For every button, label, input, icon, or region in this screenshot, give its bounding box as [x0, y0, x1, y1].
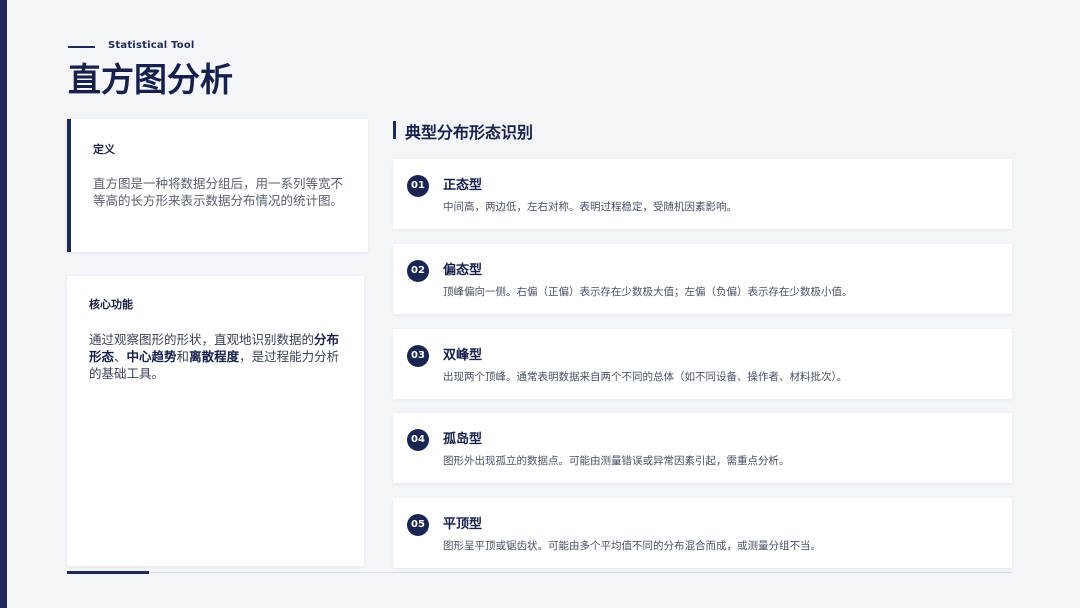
item-title: 平顶型: [443, 517, 483, 532]
core-function-label: 核心功能: [89, 298, 133, 311]
core-sep-2: 和: [176, 349, 190, 364]
distribution-item-skewed: 02 偏态型 顶峰偏向一侧。右偏（正偏）表示存在少数极大值；左偏（负偏）表示存在…: [393, 244, 1012, 314]
left-accent-bar: [0, 0, 7, 608]
distribution-item-bimodal: 03 双峰型 出现两个顶峰。通常表明数据来自两个不同的总体（如不同设备、操作者、…: [393, 329, 1012, 399]
item-title: 双峰型: [443, 348, 483, 363]
section-accent-bar: [393, 121, 396, 139]
distribution-item-flat-top: 05 平顶型 图形呈平顶或锯齿状。可能由多个平均值不同的分布混合而成，或测量分组…: [393, 498, 1012, 568]
header-tag: Statistical Tool: [108, 40, 195, 51]
core-sep-1: 、: [114, 349, 127, 364]
core-bold-central: 中心趋势: [126, 349, 177, 364]
item-title: 孤岛型: [443, 432, 483, 447]
item-number-badge: 05: [407, 514, 429, 536]
core-function-text: 通过观察图形的形状，直观地识别数据的分布形态、中心趋势和离散程度，是过程能力分析…: [89, 331, 341, 382]
definition-card: 定义 直方图是一种将数据分组后，用一系列等宽不等高的长方形来表示数据分布情况的统…: [67, 119, 368, 252]
item-title: 偏态型: [443, 263, 483, 278]
item-number-badge: 01: [407, 175, 429, 197]
item-title: 正态型: [443, 178, 483, 193]
item-description: 顶峰偏向一侧。右偏（正偏）表示存在少数极大值；左偏（负偏）表示存在少数极小值。: [443, 286, 853, 298]
core-bold-dispersion: 离散程度: [189, 349, 240, 364]
item-description: 图形呈平顶或锯齿状。可能由多个平均值不同的分布混合而成，或测量分组不当。: [443, 540, 821, 552]
bottom-divider: [67, 572, 1012, 573]
core-function-card: 核心功能 通过观察图形的形状，直观地识别数据的分布形态、中心趋势和离散程度，是过…: [67, 276, 364, 566]
item-description: 出现两个顶峰。通常表明数据来自两个不同的总体（如不同设备、操作者、材料批次）。: [443, 371, 848, 383]
definition-label: 定义: [93, 143, 115, 156]
tag-line: [68, 46, 95, 48]
core-text-before: 通过观察图形的形状，直观地识别数据的: [89, 332, 315, 347]
item-description: 图形外出现孤立的数据点。可能由测量错误或异常因素引起，需重点分析。: [443, 455, 790, 467]
definition-text: 直方图是一种将数据分组后，用一系列等宽不等高的长方形来表示数据分布情况的统计图。: [93, 176, 344, 208]
distribution-item-normal: 01 正态型 中间高，两边低，左右对称。表明过程稳定，受随机因素影响。: [393, 159, 1012, 229]
item-number-badge: 02: [407, 260, 429, 282]
page-title: 直方图分析: [68, 60, 233, 99]
bottom-accent-line: [67, 571, 149, 574]
section-title: 典型分布形态识别: [405, 123, 534, 142]
distribution-item-island: 04 孤岛型 图形外出现孤立的数据点。可能由测量错误或异常因素引起，需重点分析。: [393, 413, 1012, 483]
item-number-badge: 03: [407, 345, 429, 367]
item-number-badge: 04: [407, 429, 429, 451]
item-description: 中间高，两边低，左右对称。表明过程稳定，受随机因素影响。: [443, 201, 737, 213]
